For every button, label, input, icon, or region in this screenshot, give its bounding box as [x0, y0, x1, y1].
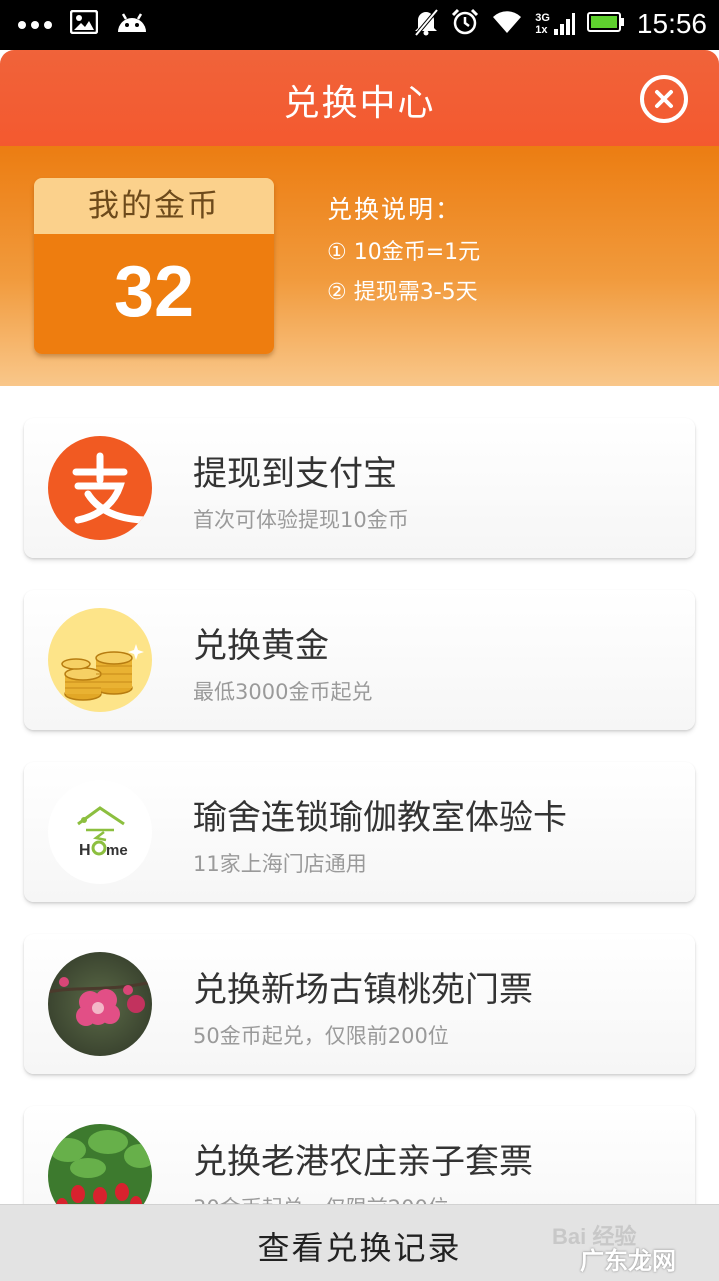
- coin-balance-card: 我的金币 32: [34, 178, 274, 354]
- coin-balance-label: 我的金币: [34, 178, 274, 234]
- item-subtitle: 50金币起兑，仅限前200位: [193, 1024, 449, 1048]
- item-title: 瑜舍连锁瑜伽教室体验卡: [193, 798, 567, 838]
- close-icon: [655, 90, 673, 108]
- alarm-icon: [451, 8, 479, 40]
- alipay-icon: [48, 436, 152, 540]
- overflow-dots-icon: [18, 15, 52, 34]
- peach-blossom-photo: [48, 952, 152, 1056]
- battery-icon: [586, 11, 625, 37]
- signal-icon: 3G 1x: [535, 11, 575, 37]
- site-watermark: 广东龙网: [580, 1247, 676, 1275]
- rules-item: ① 10金币=1元: [327, 240, 481, 265]
- exchange-item-alipay[interactable]: 提现到支付宝 首次可体验提现10金币: [24, 418, 695, 558]
- status-bar-right: 3G 1x 15:56: [413, 8, 707, 40]
- item-subtitle: 最低3000金币起兑: [193, 680, 373, 704]
- item-title: 兑换新场古镇桃苑门票: [193, 970, 533, 1010]
- android-icon: [116, 10, 148, 38]
- item-subtitle: 首次可体验提现10金币: [193, 508, 409, 532]
- exchange-item-farm[interactable]: 兑换老港农庄亲子套票 30金币起兑，仅限前200位: [24, 1106, 695, 1206]
- close-button[interactable]: [640, 75, 688, 123]
- yushe-home-logo: H me: [48, 780, 152, 884]
- coin-balance-value: 32: [34, 234, 274, 354]
- page-title: 兑换中心: [283, 83, 436, 124]
- item-title: 提现到支付宝: [193, 454, 397, 494]
- view-history-button[interactable]: 查看兑换记录 Bai 经验 广东龙网: [0, 1204, 719, 1281]
- exchange-rules: 兑换说明： ① 10金币=1元 ② 提现需3-5天: [327, 190, 480, 314]
- item-title: 兑换黄金: [193, 626, 329, 666]
- image-notification-icon: [69, 9, 99, 38]
- status-time: 15:56: [636, 8, 707, 39]
- mute-icon: [413, 8, 439, 40]
- exchange-item-peach-garden[interactable]: 兑换新场古镇桃苑门票 50金币起兑，仅限前200位: [24, 934, 695, 1074]
- svg-text:H: H: [79, 842, 91, 859]
- exchange-item-yoga[interactable]: H me 瑜舍连锁瑜伽教室体验卡 11家上海门店通用: [24, 762, 695, 902]
- network-type-top: 3G: [535, 12, 550, 24]
- rules-item: ② 提现需3-5天: [327, 280, 478, 305]
- exchange-item-gold[interactable]: 兑换黄金 最低3000金币起兑: [24, 590, 695, 730]
- wifi-icon: [491, 9, 523, 39]
- strawberry-photo: [48, 1124, 152, 1206]
- network-type-bottom: 1x: [535, 24, 548, 36]
- header-bar: 兑换中心: [0, 50, 719, 146]
- status-bar-left: [18, 9, 148, 38]
- svg-text:me: me: [106, 842, 128, 859]
- exchange-list: 提现到支付宝 首次可体验提现10金币 兑换黄金 最低3000金币起兑 H me …: [0, 386, 719, 1206]
- item-subtitle: 11家上海门店通用: [193, 852, 367, 876]
- coin-panel: 我的金币 32 兑换说明： ① 10金币=1元 ② 提现需3-5天: [0, 146, 719, 386]
- rules-title: 兑换说明：: [327, 195, 463, 224]
- item-title: 兑换老港农庄亲子套票: [193, 1142, 533, 1182]
- status-bar: 3G 1x 15:56: [0, 0, 719, 50]
- gold-coins-icon: [48, 608, 152, 712]
